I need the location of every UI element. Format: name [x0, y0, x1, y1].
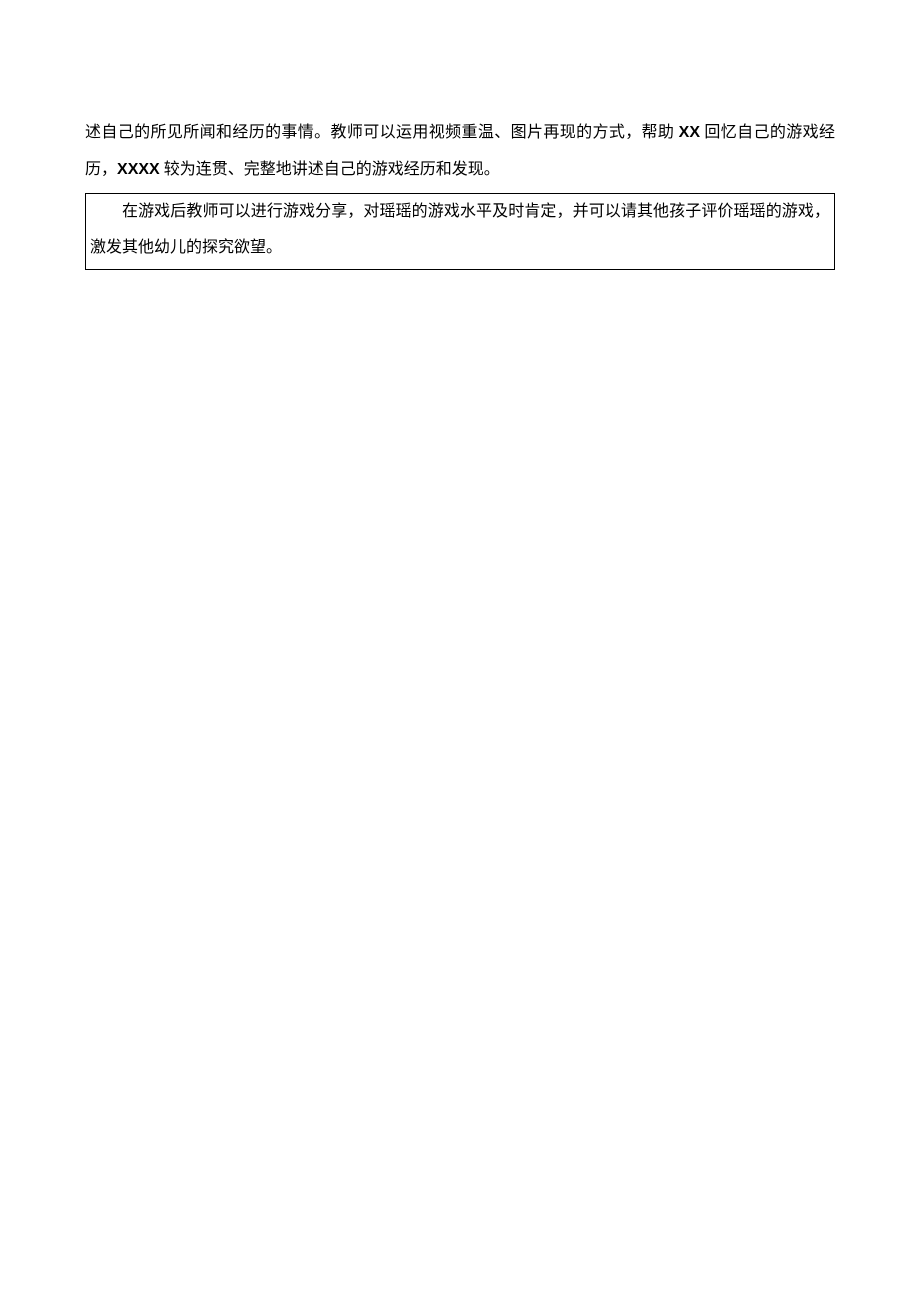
text-segment-c: 较为连贯、完整地讲述自己的游戏经历和发现。 [160, 161, 500, 178]
boxed-note: 在游戏后教师可以进行游戏分享，对瑶瑶的游戏水平及时肯定，并可以请其他孩子评价瑶瑶… [85, 193, 835, 271]
placeholder-xx: XX [679, 124, 700, 141]
paragraph-continuation: 述自己的所见所闻和经历的事情。教师可以运用视频重温、图片再现的方式，帮助 XX … [85, 115, 835, 189]
text-segment-a: 述自己的所见所闻和经历的事情。教师可以运用视频重温、图片再现的方式，帮助 [85, 124, 679, 141]
placeholder-xxxx: XXXX [117, 161, 160, 178]
boxed-note-text: 在游戏后教师可以进行游戏分享，对瑶瑶的游戏水平及时肯定，并可以请其他孩子评价瑶瑶… [90, 194, 830, 268]
